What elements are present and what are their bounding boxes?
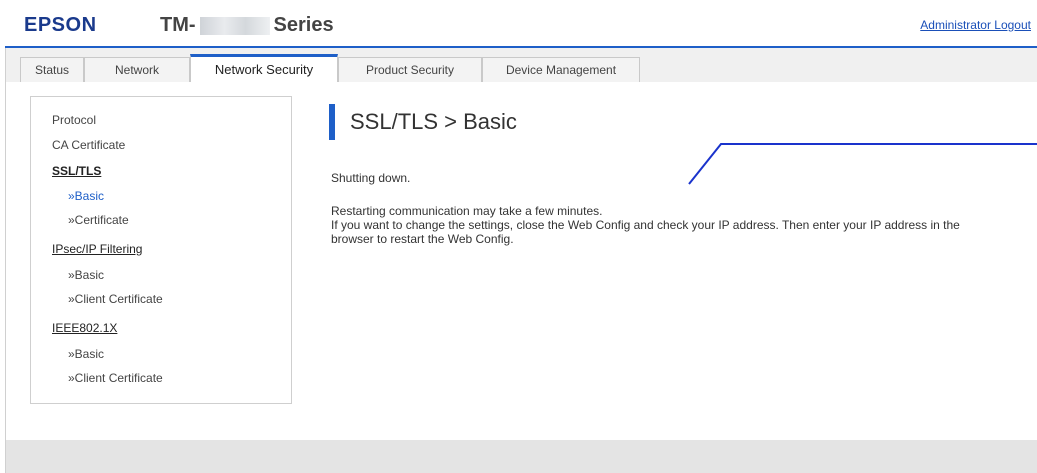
footer-bar xyxy=(5,440,1037,473)
callout-pointer-line xyxy=(688,143,1037,185)
